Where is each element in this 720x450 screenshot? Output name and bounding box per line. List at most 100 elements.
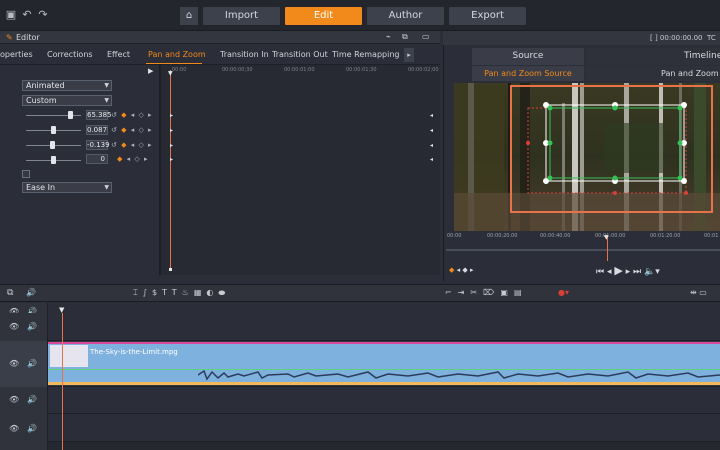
checkbox[interactable]: [22, 170, 30, 178]
tabs-scroll-right[interactable]: ▸: [404, 48, 414, 62]
tab-pan-and-zoom[interactable]: Pan and Zoom: [148, 50, 206, 59]
keyframe-marker[interactable]: ◂: [430, 142, 433, 149]
scrub-bar[interactable]: [446, 249, 720, 251]
nav-export[interactable]: Export: [449, 7, 526, 25]
track-3[interactable]: [0, 387, 720, 414]
redo-icon[interactable]: ↷: [36, 9, 50, 21]
divider: [159, 65, 160, 275]
keyframe-marker[interactable]: ◂: [430, 156, 433, 163]
param-field-1[interactable]: 65.385: [86, 110, 112, 120]
keyframe-controls-3[interactable]: ↺ ◆ ◂ ◇ ▸: [111, 141, 153, 149]
clip-bottom-bar: [48, 382, 720, 385]
ruler-tick: 00:00:20.00: [487, 233, 518, 239]
chevron-down-icon: ▼: [104, 184, 109, 191]
video-clip[interactable]: The-Sky-is-the-Limit.mpg: [48, 342, 720, 385]
subtab-pan-zoom-label: Pan and Zoom: [661, 69, 719, 78]
keyframe-marker[interactable]: ▸: [170, 112, 173, 119]
eye-icon[interactable]: 👁: [9, 424, 19, 433]
ruler-tick: 00:01:20.00: [650, 233, 681, 239]
pan-zoom-handles[interactable]: [520, 99, 720, 199]
eye-icon[interactable]: 👁: [9, 395, 19, 404]
easing-select-value: Ease In: [26, 183, 56, 192]
tab-time-remapping[interactable]: Time Remapping: [332, 50, 399, 59]
keyframe-controls-2[interactable]: ↺ ◆ ◂ ◇ ▸: [111, 126, 153, 134]
tab-effect[interactable]: Effect: [107, 50, 130, 59]
keyframe-area[interactable]: [160, 65, 440, 275]
param-field-3[interactable]: -0.139: [86, 140, 110, 150]
eye-icon[interactable]: 👁: [9, 359, 19, 368]
clip-name: The-Sky-is-the-Limit.mpg: [90, 348, 178, 356]
undo-icon[interactable]: ↶: [20, 9, 34, 21]
param-field-2[interactable]: 0.087: [86, 125, 108, 135]
popout-icon[interactable]: ⧉: [402, 32, 408, 42]
folder-icon[interactable]: ▣: [4, 9, 18, 21]
keyframe-marker[interactable]: ▸: [170, 142, 173, 149]
marker-icon[interactable]: ●▾: [558, 288, 569, 297]
transport-controls[interactable]: ⏮ ◂ ▶ ▸ ⏭ 🔈▾: [596, 264, 660, 277]
timeline-edit-tools[interactable]: ⌐⇥✂⌦▣▤: [445, 288, 528, 297]
play-icon[interactable]: ▶: [614, 264, 622, 277]
eye-icon[interactable]: 👁: [9, 322, 19, 331]
audio-waveform: [198, 369, 720, 381]
preview-header: [ ] 00:00:00.00 TC: [443, 31, 720, 45]
speaker-icon[interactable]: 🔊: [27, 424, 37, 433]
keyframe-controls-1[interactable]: ↺ ◆ ◂ ◇ ▸: [111, 111, 153, 119]
timeline-playhead[interactable]: [62, 313, 63, 450]
editor-header: ✎ Editor ⌁ ⧉ ▭: [0, 31, 440, 44]
subtab-pan-zoom-source[interactable]: Pan and Zoom Source: [472, 66, 584, 81]
slider-knob[interactable]: [68, 111, 73, 119]
nav-edit[interactable]: Edit: [285, 7, 362, 25]
nav-import[interactable]: Import: [203, 7, 280, 25]
track-1[interactable]: [0, 313, 720, 341]
speaker-icon[interactable]: 🔊: [27, 322, 37, 331]
playhead-line[interactable]: [170, 70, 171, 270]
top-bar: ▣ ↶ ↷ ⌂ Import Edit Author Export: [0, 0, 720, 31]
nav-author[interactable]: Author: [367, 7, 444, 25]
timeline-ruler-top[interactable]: [48, 303, 720, 313]
tab-transition-in[interactable]: Transition In: [220, 50, 269, 59]
editor-tabs: operties Corrections Effect Pan and Zoom…: [0, 46, 440, 65]
keyframe-controls-4[interactable]: ◆ ◂ ◇ ▸: [117, 155, 148, 163]
tab-transition-out[interactable]: Transition Out: [272, 50, 328, 59]
playhead-marker[interactable]: ▼: [168, 70, 173, 77]
slider-knob[interactable]: [50, 141, 55, 149]
track-layout-icon[interactable]: ⧉: [7, 288, 13, 298]
play-icon[interactable]: ▶: [148, 67, 153, 75]
speaker-icon[interactable]: 🔊: [26, 288, 36, 297]
timecode-display: [ ] 00:00:00.00: [650, 34, 703, 42]
keyframe-marker[interactable]: ◂: [430, 127, 433, 134]
ruler-tick: 00:00: [172, 67, 187, 73]
ruler-tick: 00:00: [447, 233, 462, 239]
keyframe-add-icon[interactable]: ◆ ◂ ◆ ▸: [449, 266, 473, 274]
slider-knob[interactable]: [51, 156, 56, 164]
pencil-icon: ✎: [6, 33, 13, 42]
tab-properties[interactable]: operties: [0, 50, 33, 59]
home-button[interactable]: ⌂: [180, 7, 198, 25]
slider-knob[interactable]: [51, 126, 56, 134]
link-icon[interactable]: ⌁: [386, 32, 391, 41]
preview-playhead-marker[interactable]: ▼: [604, 234, 609, 241]
track-2-ctrls: [0, 341, 48, 387]
timeline-ruler-bottom[interactable]: [48, 442, 720, 450]
keyframe-marker[interactable]: ▸: [170, 156, 173, 163]
timeline-tools[interactable]: ⌶∫$TT♨▦◐⬬: [133, 288, 230, 298]
subtab-pan-zoom[interactable]: Pan and Zoom: [586, 66, 720, 81]
tab-source[interactable]: Source: [472, 48, 584, 65]
preview-ruler[interactable]: 00:00 00:00:20.00 00:00:40.00 00:01:00.0…: [445, 232, 720, 248]
track-4[interactable]: [0, 414, 720, 442]
param-field-4[interactable]: 0: [86, 154, 108, 164]
keyframe-marker[interactable]: ▸: [170, 127, 173, 134]
speaker-icon[interactable]: 🔊: [27, 359, 37, 368]
zoom-controls[interactable]: ⇹ ▭: [690, 288, 707, 297]
tab-corrections[interactable]: Corrections: [47, 50, 93, 59]
tab-timeline[interactable]: Timeline: [586, 48, 720, 65]
layout-icon[interactable]: ▭: [422, 32, 430, 41]
preset-select[interactable]: Custom ▼: [22, 95, 112, 106]
speaker-icon[interactable]: 🔊: [27, 395, 37, 404]
tab-timeline-label: Timeline: [684, 51, 720, 61]
mode-select[interactable]: Animated ▼: [22, 80, 112, 91]
keyframe-marker[interactable]: ◂: [430, 112, 433, 119]
track-4-ctrls: [0, 414, 48, 442]
timecode-label: TC: [707, 34, 716, 42]
easing-select[interactable]: Ease In ▼: [22, 182, 112, 193]
